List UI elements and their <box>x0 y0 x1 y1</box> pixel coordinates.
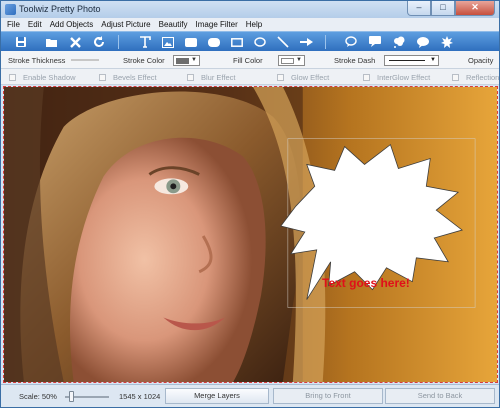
refresh-icon[interactable] <box>91 34 107 50</box>
effect-label: Bevels Effect <box>113 73 157 82</box>
zoom-scale-label: Scale: 50% <box>19 392 57 401</box>
menu-file[interactable]: File <box>7 20 20 29</box>
text-icon[interactable] <box>137 34 153 50</box>
checkbox-box <box>452 74 459 81</box>
interglow-effect-checkbox[interactable]: InterGlow Effect <box>363 73 430 82</box>
maximize-button[interactable]: □ <box>431 1 455 16</box>
photo-image <box>4 87 497 382</box>
menu-add-objects[interactable]: Add Objects <box>50 20 94 29</box>
burst-icon[interactable] <box>439 34 455 50</box>
reflection-checkbox[interactable]: Reflection <box>452 73 499 82</box>
menu-help[interactable]: Help <box>246 20 262 29</box>
effect-label: Blur Effect <box>201 73 236 82</box>
filled-rect-icon[interactable] <box>206 34 222 50</box>
merge-layers-button[interactable]: Merge Layers <box>165 388 269 404</box>
effect-label: Glow Effect <box>291 73 330 82</box>
speech-bubble-icon[interactable] <box>343 34 359 50</box>
chevron-down-icon: ▼ <box>296 57 302 63</box>
effects-bar: Enable Shadow Bevels Effect Blur Effect … <box>1 69 499 85</box>
stroke-color-label: Stroke Color <box>123 56 165 65</box>
menu-bar: File Edit Add Objects Adjust Picture Bea… <box>1 18 499 31</box>
rounded-rect-icon[interactable] <box>183 34 199 50</box>
arrow-icon[interactable] <box>298 34 314 50</box>
bevels-effect-checkbox[interactable]: Bevels Effect <box>99 73 157 82</box>
checkbox-box <box>187 74 194 81</box>
ellipse-icon[interactable] <box>252 34 268 50</box>
menu-edit[interactable]: Edit <box>28 20 42 29</box>
fill-color-swatch <box>281 58 294 64</box>
photo-canvas[interactable]: Text goes here! <box>3 86 498 383</box>
image-icon[interactable] <box>160 34 176 50</box>
window-title: Toolwiz Pretty Photo <box>19 4 101 14</box>
checkbox-box <box>9 74 16 81</box>
glow-effect-checkbox[interactable]: Glow Effect <box>277 73 329 82</box>
dash-preview <box>389 60 425 61</box>
property-bar: Stroke Thickness Stroke Color ▼ Fill Col… <box>1 51 499 69</box>
toolbar <box>1 31 499 51</box>
delete-icon[interactable] <box>67 34 83 50</box>
menu-image-filter[interactable]: Image Filter <box>196 20 238 29</box>
stroke-color-swatch <box>176 58 189 64</box>
stroke-thickness-label: Stroke Thickness <box>8 56 66 65</box>
checkbox-box <box>99 74 106 81</box>
opacity-label: Opacity <box>468 56 494 65</box>
callout-icon[interactable] <box>367 34 383 50</box>
fill-color-label: Fill Color <box>233 56 263 65</box>
line-icon[interactable] <box>275 34 291 50</box>
title-bar[interactable]: Toolwiz Pretty Photo ‒ □ ✕ <box>1 1 499 18</box>
stroke-color-picker[interactable]: ▼ <box>173 55 200 66</box>
checkbox-box <box>277 74 284 81</box>
close-button[interactable]: ✕ <box>455 1 495 16</box>
effect-label: Reflection <box>466 73 500 82</box>
thought-bubble-icon[interactable] <box>391 34 407 50</box>
send-to-back-button[interactable]: Send to Back <box>385 388 495 404</box>
chevron-down-icon: ▼ <box>191 57 197 63</box>
bring-to-front-button[interactable]: Bring to Front <box>273 388 383 404</box>
save-icon[interactable] <box>13 34 29 50</box>
status-bar: Scale: 50% 1545 x 1024 Merge Layers Brin… <box>1 384 499 407</box>
checkbox-box <box>363 74 370 81</box>
chevron-down-icon: ▼ <box>430 57 436 63</box>
blur-effect-checkbox[interactable]: Blur Effect <box>187 73 235 82</box>
bubble-text[interactable]: Text goes here! <box>322 276 410 290</box>
fill-color-picker[interactable]: ▼ <box>278 55 305 66</box>
stroke-thickness-slider[interactable] <box>71 59 99 61</box>
zoom-slider-thumb[interactable] <box>69 391 75 402</box>
toolbar-separator <box>118 35 119 49</box>
menu-adjust-picture[interactable]: Adjust Picture <box>101 20 150 29</box>
open-folder-icon[interactable] <box>43 34 59 50</box>
rectangle-icon[interactable] <box>229 34 245 50</box>
cloud-bubble-icon[interactable] <box>415 34 431 50</box>
stroke-dash-select[interactable]: ▼ <box>384 55 439 66</box>
window-controls: ‒ □ ✕ <box>407 1 495 16</box>
effect-label: InterGlow Effect <box>377 73 431 82</box>
menu-beautify[interactable]: Beautify <box>159 20 188 29</box>
app-window: Toolwiz Pretty Photo ‒ □ ✕ File Edit Add… <box>0 0 500 408</box>
toolbar-separator <box>325 35 326 49</box>
image-size-label: 1545 x 1024 <box>119 392 161 401</box>
app-icon <box>5 4 16 15</box>
effect-label: Enable Shadow <box>23 73 76 82</box>
stroke-dash-label: Stroke Dash <box>334 56 376 65</box>
enable-shadow-checkbox[interactable]: Enable Shadow <box>9 73 76 82</box>
minimize-button[interactable]: ‒ <box>407 1 431 16</box>
